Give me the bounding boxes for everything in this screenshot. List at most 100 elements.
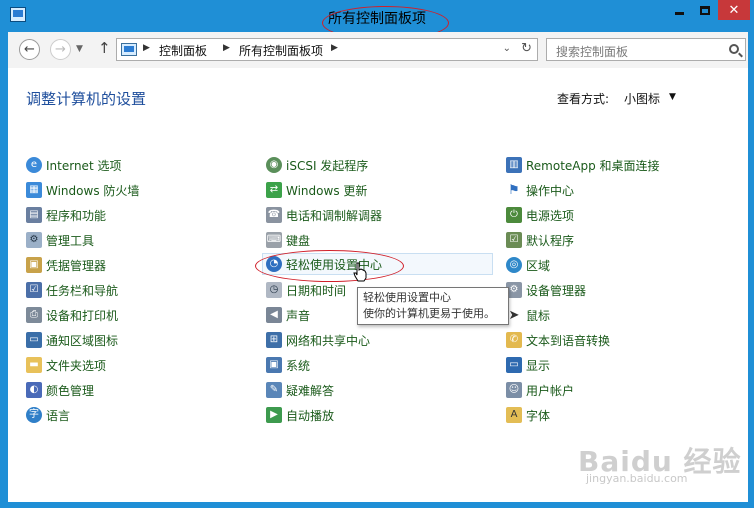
- item-label: 显示: [526, 358, 551, 373]
- item-language[interactable]: 字 语言: [26, 404, 70, 426]
- display-icon: ▭: [506, 357, 522, 373]
- item-credential-manager[interactable]: ▣ 凭据管理器: [26, 254, 106, 276]
- item-taskbar-navigation[interactable]: ☑ 任务栏和导航: [26, 279, 118, 301]
- view-by-chevron-icon[interactable]: ▼: [669, 92, 676, 102]
- item-fonts[interactable]: A 字体: [506, 404, 550, 426]
- breadcrumb-all-items[interactable]: 所有控制面板项: [239, 42, 323, 59]
- users-icon: ☺: [506, 382, 522, 398]
- item-label: 字体: [526, 408, 551, 423]
- item-admin-tools[interactable]: ⚙ 管理工具: [26, 229, 94, 251]
- item-label: 网络和共享中心: [286, 333, 371, 348]
- programs-icon: ▤: [26, 207, 42, 223]
- folder-icon: ▬: [26, 357, 42, 373]
- control-panel-icon: [121, 43, 137, 56]
- item-label: 系统: [286, 358, 311, 373]
- item-device-manager[interactable]: ⚙ 设备管理器: [506, 279, 586, 301]
- vault-icon: ▣: [26, 257, 42, 273]
- item-folder-options[interactable]: ▬ 文件夹选项: [26, 354, 106, 376]
- breadcrumb-chevron-icon[interactable]: ▶: [143, 43, 150, 53]
- item-internet-options[interactable]: e Internet 选项: [26, 154, 121, 176]
- item-remoteapp-desktop[interactable]: ▥ RemoteApp 和桌面连接: [506, 154, 660, 176]
- navigation-bar: ← → ▼ ↑ ▶ 控制面板 ▶ 所有控制面板项 ▶ ⌄ ↻ 搜索控制面板: [8, 32, 748, 68]
- item-label: 键盘: [286, 233, 311, 248]
- forward-arrow-icon: →: [55, 42, 66, 57]
- item-power-options[interactable]: ⏻ 电源选项: [506, 204, 574, 226]
- item-label: 声音: [286, 308, 311, 323]
- item-label: Internet 选项: [46, 158, 122, 173]
- item-troubleshooting[interactable]: ✎ 疑难解答: [266, 379, 334, 401]
- address-bar[interactable]: ▶ 控制面板 ▶ 所有控制面板项 ▶ ⌄ ↻: [116, 38, 538, 61]
- item-display[interactable]: ▭ 显示: [506, 354, 550, 376]
- item-iscsi-initiator[interactable]: ◉ iSCSI 发起程序: [266, 154, 368, 176]
- breadcrumb-control-panel[interactable]: 控制面板: [159, 42, 207, 59]
- item-sound[interactable]: ◀ 声音: [266, 304, 310, 326]
- forward-button[interactable]: →: [50, 39, 71, 60]
- search-icon[interactable]: [729, 44, 739, 54]
- close-icon: ✕: [728, 2, 740, 18]
- item-network-sharing[interactable]: ⊞ 网络和共享中心: [266, 329, 370, 351]
- iscsi-icon: ◉: [266, 157, 282, 173]
- item-label: 鼠标: [526, 308, 551, 323]
- speaker-icon: ◀: [266, 307, 282, 323]
- default-programs-icon: ☑: [506, 232, 522, 248]
- item-mouse[interactable]: ➤ 鼠标: [506, 304, 550, 326]
- tooltip-description: 使你的计算机更易于使用。: [363, 307, 495, 320]
- printer-icon: ⎙: [26, 307, 42, 323]
- search-box[interactable]: 搜索控制面板: [546, 38, 746, 61]
- network-icon: ⊞: [266, 332, 282, 348]
- up-arrow-icon: ↑: [98, 39, 111, 57]
- address-dropdown-chevron-icon[interactable]: ⌄: [503, 43, 511, 54]
- item-label: 疑难解答: [286, 383, 335, 398]
- item-label: 操作中心: [526, 183, 575, 198]
- item-date-time[interactable]: ◷ 日期和时间: [266, 279, 346, 301]
- autoplay-icon: ▶: [266, 407, 282, 423]
- close-button[interactable]: ✕: [718, 0, 750, 20]
- breadcrumb-chevron-icon[interactable]: ▶: [223, 43, 230, 53]
- item-label: 通知区域图标: [46, 333, 119, 348]
- watermark-url: jingyan.baidu.com: [586, 472, 688, 485]
- view-by-dropdown[interactable]: 小图标: [624, 90, 660, 107]
- item-user-accounts[interactable]: ☺ 用户帐户: [506, 379, 574, 401]
- minimize-button[interactable]: [666, 0, 692, 20]
- item-phone-modem[interactable]: ☎ 电话和调制解调器: [266, 204, 382, 226]
- power-icon: ⏻: [506, 207, 522, 223]
- item-label: 设备管理器: [526, 283, 587, 298]
- notification-area-icon: ▭: [26, 332, 42, 348]
- item-text-to-speech[interactable]: ✆ 文本到语音转换: [506, 329, 610, 351]
- back-button[interactable]: ←: [19, 39, 40, 60]
- item-notification-icons[interactable]: ▭ 通知区域图标: [26, 329, 118, 351]
- system-icon: ▣: [266, 357, 282, 373]
- tooltip: 轻松使用设置中心 使你的计算机更易于使用。: [357, 287, 509, 325]
- item-devices-printers[interactable]: ⎙ 设备和打印机: [26, 304, 118, 326]
- up-button[interactable]: ↑: [98, 39, 111, 57]
- item-action-center[interactable]: ⚑ 操作中心: [506, 179, 574, 201]
- item-region[interactable]: ◎ 区域: [506, 254, 550, 276]
- item-programs-features[interactable]: ▤ 程序和功能: [26, 204, 106, 226]
- region-globe-icon: ◎: [506, 257, 522, 273]
- search-input[interactable]: 搜索控制面板: [556, 43, 628, 60]
- item-system[interactable]: ▣ 系统: [266, 354, 310, 376]
- item-default-programs[interactable]: ☑ 默认程序: [506, 229, 574, 251]
- item-label: Windows 防火墙: [46, 183, 140, 198]
- troubleshooting-icon: ✎: [266, 382, 282, 398]
- item-label: 电话和调制解调器: [286, 208, 383, 223]
- language-icon: 字: [26, 407, 42, 423]
- maximize-icon: [700, 5, 710, 15]
- refresh-icon[interactable]: ↻: [521, 41, 532, 56]
- breadcrumb-chevron-icon[interactable]: ▶: [331, 43, 338, 53]
- font-folder-icon: A: [506, 407, 522, 423]
- item-label: 任务栏和导航: [46, 283, 119, 298]
- page-title: 调整计算机的设置: [26, 90, 147, 108]
- item-keyboard[interactable]: ⌨ 键盘: [266, 229, 310, 251]
- item-label: 用户帐户: [526, 383, 575, 398]
- item-label: iSCSI 发起程序: [286, 158, 369, 173]
- item-autoplay[interactable]: ▶ 自动播放: [266, 404, 334, 426]
- item-label: 自动播放: [286, 408, 335, 423]
- item-windows-update[interactable]: ⇄ Windows 更新: [266, 179, 367, 201]
- ease-of-access-annotation-oval: [255, 250, 404, 282]
- item-color-management[interactable]: ◐ 颜色管理: [26, 379, 94, 401]
- maximize-button[interactable]: [692, 0, 718, 20]
- recent-locations-chevron-icon[interactable]: ▼: [76, 44, 83, 54]
- item-label: 程序和功能: [46, 208, 107, 223]
- item-windows-firewall[interactable]: ▦ Windows 防火墙: [26, 179, 139, 201]
